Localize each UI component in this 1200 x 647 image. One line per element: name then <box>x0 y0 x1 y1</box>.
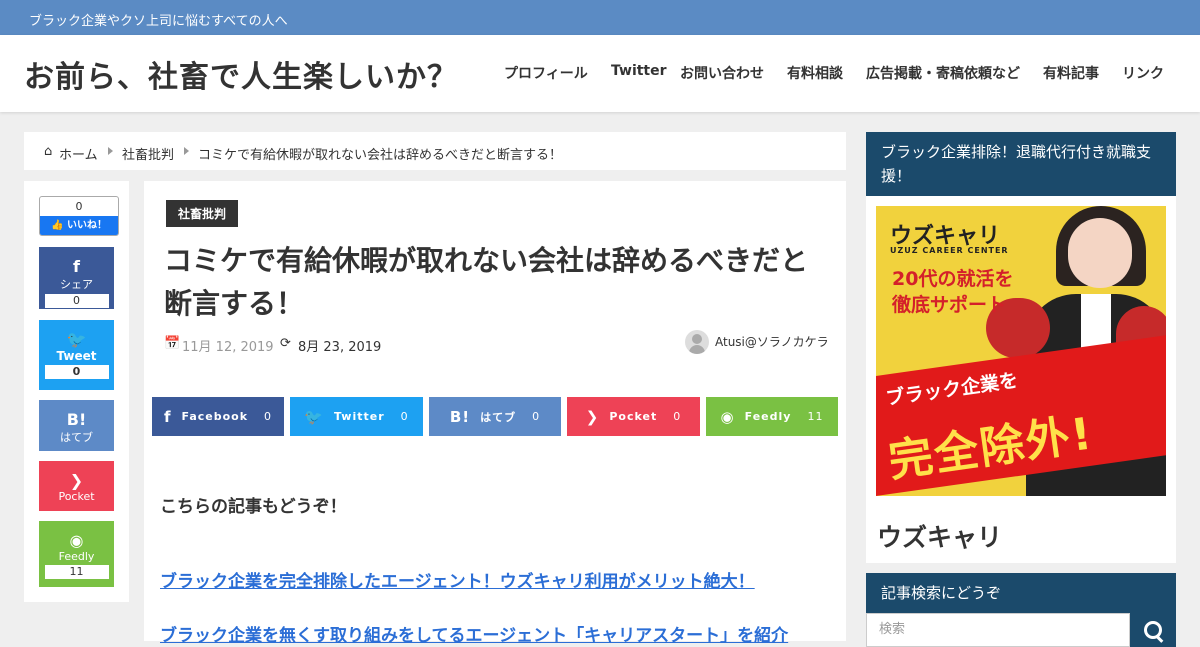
thumbs-up-icon: 👍 <box>51 220 64 231</box>
nav-item-ads[interactable]: 広告掲載・寄稿依頼など <box>866 63 1020 83</box>
twitter-label: Twitter <box>334 410 385 423</box>
related-link[interactable]: ブラック企業を無くす取り組みをしてるエージェント「キャリアスタート」を紹介 <box>160 621 788 646</box>
home-icon[interactable]: ⌂ <box>44 144 52 159</box>
banner-headline: 徹底サポート <box>892 294 1007 316</box>
article-title: コミケで有給休暇が取れない会社は辞めるべきだと断言する！ <box>164 244 809 320</box>
breadcrumb: ⌂ ホーム 社畜批判 コミケで有給休暇が取れない会社は辞めるべきだと断言する！ <box>24 132 846 170</box>
sidebar-widget-search: 記事検索にどうぞ 検索 <box>866 573 1176 647</box>
feedly-label: Feedly <box>744 410 792 423</box>
calendar-icon: 📅 <box>164 336 181 351</box>
twitter-bird-icon: 🐦 <box>304 407 325 426</box>
feedly-button[interactable]: ◉ Feedly 11 <box>39 521 114 587</box>
facebook-share-button[interactable]: f シェア 0 <box>39 247 114 309</box>
rss-icon: ◉ <box>720 407 735 426</box>
search-button[interactable] <box>1130 613 1176 647</box>
pocket-button[interactable]: ❯ Pocket <box>39 461 114 511</box>
feedly-count: 11 <box>44 565 109 579</box>
widget-title: 記事検索にどうぞ <box>866 573 1176 613</box>
uzucareer-banner[interactable]: ウズキャリ UZUZ CAREER CENTER 20代の就活を 徹底サポート … <box>876 206 1166 496</box>
nav-item-profile[interactable]: プロフィール <box>504 63 588 83</box>
facebook-count: 0 <box>264 410 273 423</box>
search-icon-handle <box>1155 635 1164 643</box>
share-column: 0 👍 いいね！ f シェア 0 🐦 Tweet 0 B! はてブ ❯ Pock… <box>24 181 129 602</box>
topbar: ブラック企業やクソ上司に悩むすべての人へ <box>0 0 1200 35</box>
pocket-icon: ❯ <box>585 407 600 426</box>
nav-item-contact[interactable]: お問い合わせ <box>680 63 764 83</box>
refresh-icon: ⟳ <box>280 336 291 351</box>
hatena-bookmark-icon: B! <box>449 407 471 426</box>
twitter-share-count: 0 <box>44 365 109 379</box>
feedly-label: Feedly <box>58 550 95 563</box>
caret-right-icon <box>108 147 113 155</box>
facebook-share-label: シェア <box>60 278 93 291</box>
twitter-share-button[interactable]: 🐦 Tweet 0 <box>39 320 114 390</box>
updated-date: 8月 23, 2019 <box>298 340 382 355</box>
facebook-share-count: 0 <box>44 294 109 308</box>
widget-title: ブラック企業排除！退職代行付き就職支援！ <box>866 132 1176 196</box>
related-heading: こちらの記事もどうぞ！ <box>160 497 347 517</box>
twitter-bird-icon: 🐦 <box>66 330 87 349</box>
like-label: いいね！ <box>66 220 107 231</box>
nav-item-twitter[interactable]: Twitter <box>611 63 667 79</box>
search-input[interactable]: 検索 <box>866 613 1130 647</box>
tagline: ブラック企業やクソ上司に悩むすべての人へ <box>29 14 288 29</box>
related-link[interactable]: ブラック企業を完全排除したエージェント！ウズキャリ利用がメリット絶大！ <box>160 567 755 592</box>
facebook-share-bar-button[interactable]: f Facebook 0 <box>152 397 284 436</box>
twitter-count: 0 <box>400 410 409 423</box>
hatena-label: はてブ <box>60 431 93 444</box>
nav-item-paid-articles[interactable]: 有料記事 <box>1043 63 1099 83</box>
facebook-icon: f <box>73 257 80 276</box>
nav-item-links[interactable]: リンク <box>1122 63 1164 83</box>
sidebar-widget-uzucareer: ブラック企業排除！退職代行付き就職支援！ ウズキャリ UZUZ CAREER C… <box>866 132 1176 563</box>
like-count: 0 <box>75 200 83 213</box>
published-date: 11月 12, 2019 <box>182 340 274 355</box>
pocket-label: Pocket <box>609 410 658 423</box>
site-header: お前ら、社畜で人生楽しいか？ プロフィール Twitter お問い合わせ 有料相… <box>0 35 1200 112</box>
pocket-bar-button[interactable]: ❯ Pocket 0 <box>567 397 700 436</box>
breadcrumb-category[interactable]: 社畜批判 <box>122 144 174 163</box>
banner-person-face <box>1068 218 1132 288</box>
breadcrumb-current: コミケで有給休暇が取れない会社は辞めるべきだと断言する！ <box>198 148 563 163</box>
nav-item-paid-consult[interactable]: 有料相談 <box>787 63 843 83</box>
author-avatar <box>685 330 709 354</box>
hatena-bar-button[interactable]: B! はてブ 0 <box>429 397 561 436</box>
banner-headline: 20代の就活を <box>892 268 1014 290</box>
hatena-label: はてブ <box>480 410 517 424</box>
facebook-label: Facebook <box>181 410 249 423</box>
facebook-icon: f <box>163 407 172 426</box>
rss-icon: ◉ <box>69 531 84 550</box>
author-name: Atusi@ソラノカケラ <box>715 335 829 349</box>
caret-right-icon <box>184 147 189 155</box>
pocket-icon: ❯ <box>69 471 84 490</box>
twitter-share-bar-button[interactable]: 🐦 Twitter 0 <box>290 397 423 436</box>
pocket-label: Pocket <box>58 490 95 503</box>
hatena-bookmark-icon: B! <box>66 410 87 429</box>
twitter-share-label: Tweet <box>56 349 97 363</box>
pocket-count: 0 <box>673 410 682 423</box>
facebook-like-widget[interactable]: 0 👍 いいね！ <box>39 196 119 236</box>
hatena-count: 0 <box>532 410 541 423</box>
site-title[interactable]: お前ら、社畜で人生楽しいか？ <box>24 52 458 96</box>
hatena-bookmark-button[interactable]: B! はてブ <box>39 400 114 451</box>
breadcrumb-home[interactable]: ホーム <box>59 144 98 163</box>
like-button[interactable]: 👍 いいね！ <box>40 216 118 235</box>
widget-name[interactable]: ウズキャリ <box>877 518 1002 554</box>
feedly-bar-button[interactable]: ◉ Feedly 11 <box>706 397 838 436</box>
banner-brand-sub: UZUZ CAREER CENTER <box>890 246 1009 255</box>
article: 社畜批判 コミケで有給休暇が取れない会社は辞めるべきだと断言する！ 📅 11月 … <box>144 181 846 646</box>
feedly-count: 11 <box>807 410 824 423</box>
category-label[interactable]: 社畜批判 <box>166 200 239 227</box>
